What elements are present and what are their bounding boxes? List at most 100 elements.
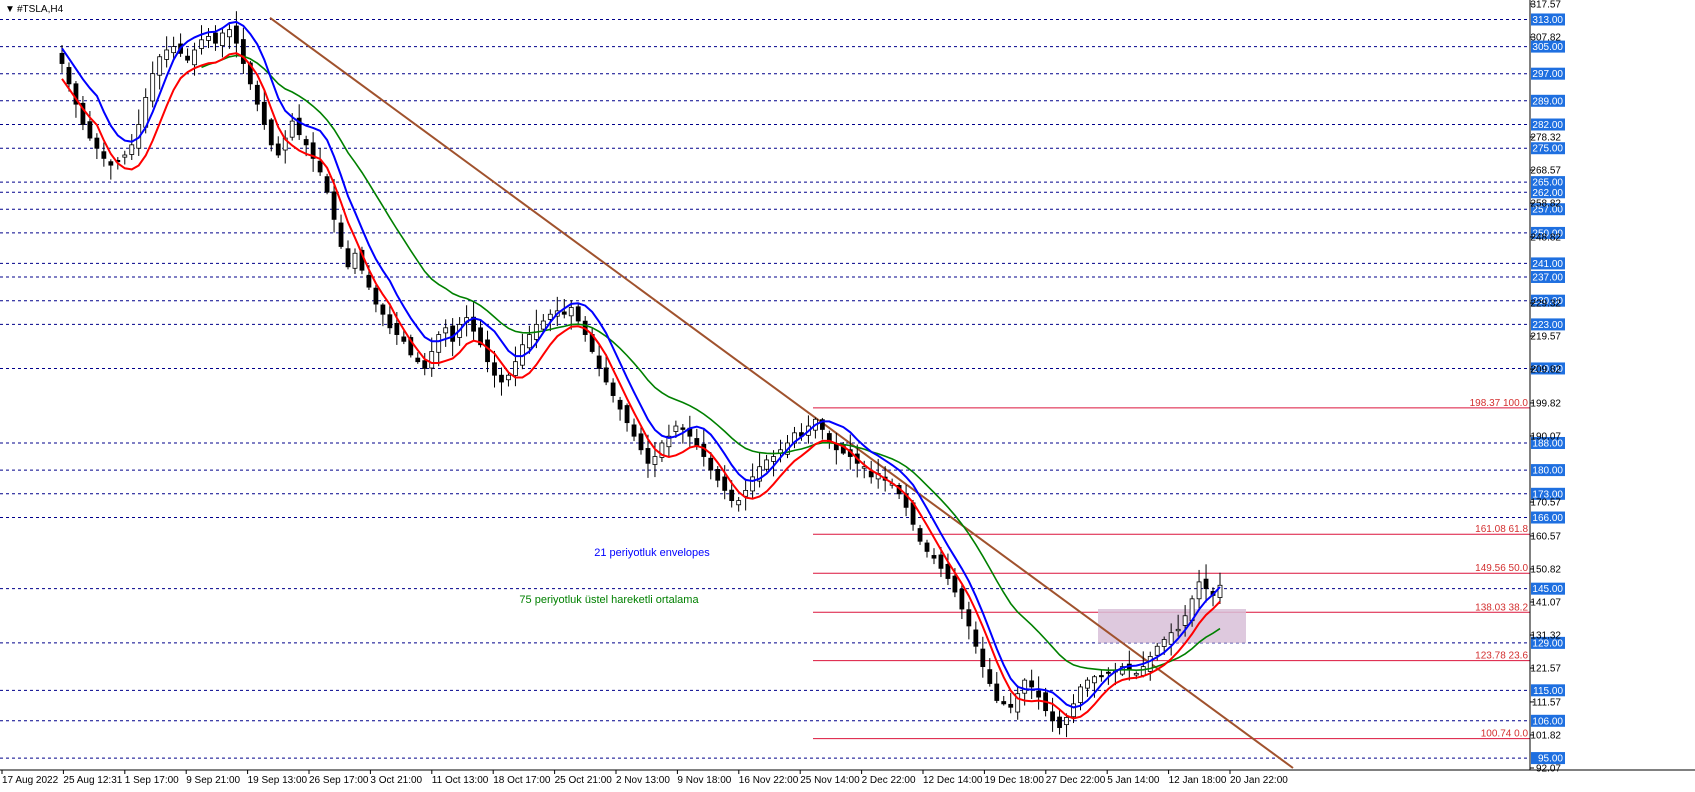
candle-body[interactable] bbox=[1064, 717, 1069, 726]
candle-body[interactable] bbox=[422, 360, 428, 369]
candle-body[interactable] bbox=[429, 351, 435, 369]
candle-body[interactable] bbox=[506, 374, 511, 381]
candle-body[interactable] bbox=[233, 25, 239, 44]
candle-body[interactable] bbox=[366, 274, 372, 288]
candle-body[interactable] bbox=[994, 683, 1000, 701]
candle-body[interactable] bbox=[108, 161, 114, 166]
candle-body[interactable] bbox=[1029, 680, 1035, 688]
candle-body[interactable] bbox=[1092, 676, 1097, 684]
candle-body[interactable] bbox=[66, 67, 72, 85]
candle-body[interactable] bbox=[1140, 666, 1146, 676]
candle-body[interactable] bbox=[708, 457, 714, 471]
candle-body[interactable] bbox=[729, 489, 735, 501]
candle-body[interactable] bbox=[150, 73, 156, 102]
candle-body[interactable] bbox=[540, 320, 546, 330]
candle-body[interactable] bbox=[1008, 703, 1014, 708]
candle-body[interactable] bbox=[317, 160, 323, 173]
candle-body[interactable] bbox=[213, 32, 218, 44]
candle-body[interactable] bbox=[750, 476, 756, 492]
candle-body[interactable] bbox=[1099, 675, 1104, 678]
candle-body[interactable] bbox=[331, 191, 337, 220]
candle-body[interactable] bbox=[568, 307, 574, 317]
candle-body[interactable] bbox=[352, 252, 358, 269]
candle-body[interactable] bbox=[980, 648, 986, 667]
candle-body[interactable] bbox=[624, 405, 630, 424]
candle-body[interactable] bbox=[324, 176, 330, 193]
candle-body[interactable] bbox=[1161, 639, 1167, 647]
candle-body[interactable] bbox=[436, 334, 442, 353]
menu-arrow-icon[interactable]: ▼ bbox=[5, 4, 15, 15]
candle-body[interactable] bbox=[415, 357, 421, 363]
candle-body[interactable] bbox=[303, 139, 309, 146]
candle-body[interactable] bbox=[171, 46, 177, 54]
candle-body[interactable] bbox=[596, 355, 602, 369]
candle-body[interactable] bbox=[1050, 711, 1055, 722]
candle-body[interactable] bbox=[401, 336, 407, 342]
candle-body[interactable] bbox=[561, 311, 567, 315]
candle-body[interactable] bbox=[254, 84, 260, 105]
candle-body[interactable] bbox=[345, 248, 351, 268]
candle-body[interactable] bbox=[87, 121, 93, 139]
candle-body[interactable] bbox=[1022, 679, 1028, 694]
candle-body[interactable] bbox=[206, 36, 211, 41]
candle-body[interactable] bbox=[617, 399, 623, 410]
candle-body[interactable] bbox=[122, 154, 128, 158]
candle-body[interactable] bbox=[680, 427, 686, 430]
candle-body[interactable] bbox=[1175, 628, 1181, 632]
candle-body[interactable] bbox=[945, 563, 951, 579]
candle-body[interactable] bbox=[987, 669, 993, 684]
candle-body[interactable] bbox=[764, 459, 769, 470]
candle-body[interactable] bbox=[673, 425, 679, 432]
candle-body[interactable] bbox=[736, 500, 742, 506]
candle-body[interactable] bbox=[631, 424, 637, 437]
candle-body[interactable] bbox=[185, 55, 190, 61]
candle-body[interactable] bbox=[94, 137, 100, 149]
candle-body[interactable] bbox=[771, 456, 776, 462]
candle-body[interactable] bbox=[1196, 581, 1202, 600]
candle-body[interactable] bbox=[373, 287, 379, 305]
candle-body[interactable] bbox=[973, 629, 979, 647]
candle-body[interactable] bbox=[1182, 615, 1188, 626]
candle-body[interactable] bbox=[610, 382, 616, 396]
candle-body[interactable] bbox=[938, 554, 944, 569]
candle-body[interactable] bbox=[443, 327, 449, 334]
candle-body[interactable] bbox=[722, 476, 728, 491]
candle-body[interactable] bbox=[1203, 578, 1209, 590]
candle-body[interactable] bbox=[199, 39, 204, 49]
candle-body[interactable] bbox=[603, 367, 609, 383]
candle-body[interactable] bbox=[1078, 686, 1083, 703]
candle-body[interactable] bbox=[1001, 701, 1007, 705]
candle-body[interactable] bbox=[924, 542, 930, 552]
candle-body[interactable] bbox=[575, 306, 581, 322]
candle-body[interactable] bbox=[394, 323, 400, 335]
candle-body[interactable] bbox=[526, 334, 532, 349]
candle-body[interactable] bbox=[499, 374, 504, 383]
candle-body[interactable] bbox=[275, 143, 281, 156]
candle-body[interactable] bbox=[1133, 672, 1139, 676]
candle-body[interactable] bbox=[917, 528, 923, 542]
candle-body[interactable] bbox=[380, 304, 386, 315]
candle-body[interactable] bbox=[966, 609, 972, 627]
candle-body[interactable] bbox=[1057, 716, 1062, 728]
candle-body[interactable] bbox=[1085, 679, 1090, 689]
candle-body[interactable] bbox=[59, 52, 65, 64]
candle-body[interactable] bbox=[1036, 690, 1042, 698]
candle-body[interactable] bbox=[450, 325, 456, 342]
candle-body[interactable] bbox=[220, 32, 225, 46]
candle-body[interactable] bbox=[952, 575, 958, 593]
candle-body[interactable] bbox=[387, 314, 393, 329]
candle-body[interactable] bbox=[492, 362, 497, 376]
candle-body[interactable] bbox=[101, 151, 107, 159]
candle-body[interactable] bbox=[645, 448, 651, 464]
candle-body[interactable] bbox=[959, 588, 965, 610]
candle-body[interactable] bbox=[1168, 632, 1174, 645]
candle-body[interactable] bbox=[652, 456, 658, 465]
candle-body[interactable] bbox=[164, 49, 170, 60]
candle-body[interactable] bbox=[157, 56, 163, 76]
candle-body[interactable] bbox=[338, 222, 344, 247]
candle-body[interactable] bbox=[485, 339, 490, 363]
candle-body[interactable] bbox=[1105, 671, 1111, 674]
candle-body[interactable] bbox=[289, 120, 295, 138]
candle-body[interactable] bbox=[1154, 645, 1160, 656]
candle-body[interactable] bbox=[547, 313, 553, 320]
